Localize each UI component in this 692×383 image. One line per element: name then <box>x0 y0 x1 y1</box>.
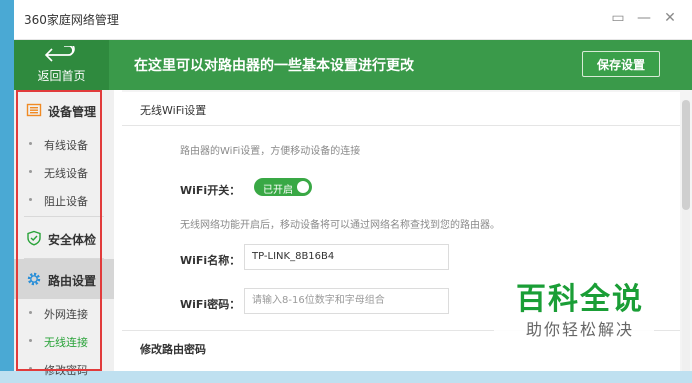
back-arrow-icon <box>44 46 75 62</box>
sidebar-item-wan-connection[interactable]: 外网连接 <box>14 299 114 327</box>
wifi-name-label: WiFi名称： <box>180 254 241 267</box>
title-bar: 360家庭网络管理 ▭ — ✕ <box>14 0 692 40</box>
watermark: 百科全说 助你轻松解决 <box>494 262 654 342</box>
watermark-subtitle: 助你轻松解决 <box>526 320 635 339</box>
section-title: 无线WiFi设置 <box>140 104 207 117</box>
sidebar-section-label: 安全体检 <box>48 233 97 247</box>
sidebar-item-wired-devices[interactable]: 有线设备 <box>14 130 114 158</box>
sidebar-section-label: 设备管理 <box>48 105 97 119</box>
desktop-background <box>0 0 14 371</box>
back-home-button[interactable]: 返回首页 <box>14 40 109 90</box>
sidebar-item-wireless-connection[interactable]: 无线连接 <box>14 327 114 355</box>
sidebar-section-device-management[interactable]: 设备管理 <box>14 90 114 130</box>
section-header: 无线WiFi设置 <box>122 92 680 126</box>
wifi-switch-label: WiFi开关： <box>180 184 241 197</box>
gear-icon <box>27 272 41 286</box>
sidebar-item-blocked-devices[interactable]: 阻止设备 <box>14 186 114 214</box>
header-message: 在这里可以对路由器的一些基本设置进行更改 <box>134 58 414 74</box>
sidebar-item-label: 有线设备 <box>44 139 88 152</box>
wifi-hint: 无线网络功能开启后，移动设备将可以通过网络名称查找到您的路由器。 <box>180 220 500 231</box>
scrollbar[interactable] <box>682 100 690 371</box>
bullet <box>29 367 32 370</box>
bullet <box>29 339 32 342</box>
wifi-name-input[interactable]: TP-LINK_8B16B4 <box>244 244 449 270</box>
watermark-title: 百科全说 <box>516 282 644 317</box>
window-title: 360家庭网络管理 <box>24 13 119 27</box>
sidebar-section-label: 路由设置 <box>48 274 97 288</box>
wifi-password-label: WiFi密码： <box>180 298 241 311</box>
wifi-password-input[interactable]: 请输入8-16位数字和字母组合 <box>244 288 449 314</box>
sidebar-section-router-settings[interactable]: 路由设置 <box>14 259 114 299</box>
back-home-label: 返回首页 <box>37 69 86 83</box>
sidebar-item-label: 无线连接 <box>44 336 88 349</box>
sidebar-item-label: 修改密码 <box>44 364 88 377</box>
sidebar-item-label: 无线设备 <box>44 167 88 180</box>
bullet <box>29 170 32 173</box>
save-settings-button[interactable]: 保存设置 <box>582 51 660 77</box>
page-header: 返回首页 在这里可以对路由器的一些基本设置进行更改 保存设置 <box>14 40 692 90</box>
close-button[interactable]: ✕ <box>662 10 678 26</box>
toggle-knob <box>297 181 309 193</box>
bullet <box>29 142 32 145</box>
minimize-button[interactable]: — <box>636 10 652 26</box>
sidebar: 设备管理 有线设备 无线设备 阻止设备 安全体检 路由设置 外网连接 无线连接 … <box>14 90 114 377</box>
shield-icon <box>27 230 41 246</box>
sidebar-divider <box>24 216 104 217</box>
section-description: 路由器的WiFi设置，方便移动设备的连接 <box>180 146 361 157</box>
wifi-switch-state: 已开启 <box>263 185 293 196</box>
sidebar-item-wireless-devices[interactable]: 无线设备 <box>14 158 114 186</box>
bullet <box>29 311 32 314</box>
sidebar-item-label: 外网连接 <box>44 308 88 321</box>
wifi-switch-toggle[interactable]: 已开启 <box>254 178 312 196</box>
sidebar-section-security-check[interactable]: 安全体检 <box>14 218 114 258</box>
scrollbar-thumb[interactable] <box>682 100 690 210</box>
section-title: 修改路由密码 <box>140 343 206 356</box>
app-window: 360家庭网络管理 ▭ — ✕ 返回首页 在这里可以对路由器的一些基本设置进行更… <box>14 0 692 377</box>
sidebar-item-change-password[interactable]: 修改密码 <box>14 355 114 383</box>
bullet <box>29 198 32 201</box>
sidebar-item-label: 阻止设备 <box>44 195 88 208</box>
device-list-icon <box>26 103 42 117</box>
feedback-icon[interactable]: ▭ <box>610 10 626 26</box>
